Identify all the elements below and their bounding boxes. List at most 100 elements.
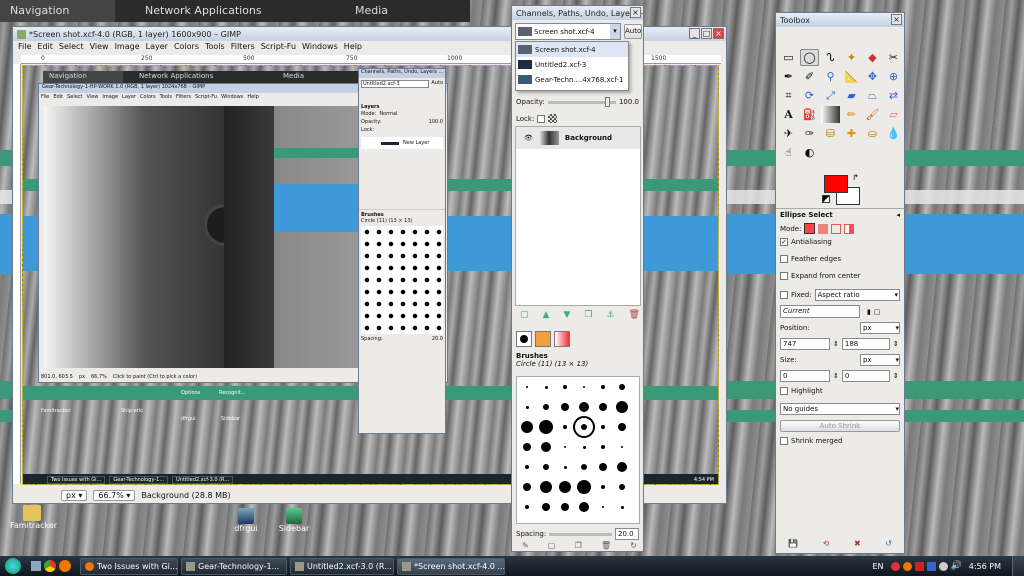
- swap-colors-icon[interactable]: ↱: [852, 173, 859, 182]
- close-button[interactable]: ×: [630, 7, 641, 18]
- menu-help[interactable]: Help: [341, 42, 365, 54]
- brush-thumbnail[interactable]: [525, 405, 529, 409]
- tray-icon[interactable]: [914, 561, 924, 571]
- brush-thumbnail[interactable]: [582, 445, 586, 449]
- shear-icon[interactable]: ▰: [842, 87, 861, 104]
- position-unit-select[interactable]: px ▾: [860, 322, 900, 334]
- tray-icon[interactable]: [938, 561, 948, 571]
- reset-options-icon[interactable]: ↺: [885, 539, 892, 548]
- auto-shrink-button[interactable]: Auto Shrink: [780, 420, 900, 432]
- layer-list[interactable]: 👁 Background: [515, 126, 641, 306]
- blend-icon[interactable]: [821, 106, 840, 123]
- vertical-ruler[interactable]: [13, 64, 21, 484]
- menu-image[interactable]: Image: [112, 42, 143, 54]
- spacing-value[interactable]: 20.0: [615, 528, 639, 540]
- desktop-icon[interactable]: dfrgui: [228, 508, 264, 533]
- size-unit-select[interactable]: px ▾: [860, 354, 900, 366]
- image-dropdown-list[interactable]: Screen shot.xcf-4 Untitled2.xcf-3 Gear-T…: [515, 41, 629, 91]
- text-icon[interactable]: A: [779, 106, 798, 123]
- brush-thumbnail[interactable]: [599, 463, 607, 471]
- eye-icon[interactable]: 👁: [524, 134, 533, 142]
- delete-layer-icon[interactable]: 🗑: [629, 310, 640, 320]
- layers-dock-titlebar[interactable]: Channels, Paths, Undo, Layers – ... ×: [512, 6, 643, 20]
- toolbox-titlebar[interactable]: Toolbox ×: [776, 13, 904, 27]
- move-icon[interactable]: ✥: [863, 68, 882, 85]
- brush-thumbnail[interactable]: [521, 421, 533, 433]
- fixed-checkbox[interactable]: [780, 291, 788, 299]
- airbrush-icon[interactable]: ✈: [779, 125, 798, 142]
- menu-view[interactable]: View: [87, 42, 112, 54]
- spin-icon[interactable]: ⇕: [833, 340, 839, 348]
- rotate-icon[interactable]: ⟳: [800, 87, 819, 104]
- mode-intersect-button[interactable]: [844, 223, 855, 234]
- brush-thumbnail[interactable]: [619, 384, 625, 390]
- brush-thumbnail[interactable]: [577, 480, 591, 494]
- show-desktop-icon[interactable]: [31, 561, 41, 571]
- clock[interactable]: 4:56 PM: [969, 562, 1001, 571]
- bg-tab-media[interactable]: Media: [315, 0, 465, 22]
- paintbrush-icon[interactable]: 🖌: [863, 106, 882, 123]
- brush-thumbnail[interactable]: [525, 465, 529, 469]
- brush-thumbnail[interactable]: [583, 386, 585, 388]
- taskbar-button[interactable]: *Screen shot.xcf-4.0 ...: [397, 557, 505, 575]
- scale-icon[interactable]: ⤢: [821, 87, 840, 104]
- menu-colors[interactable]: Colors: [171, 42, 202, 54]
- desktop-icon[interactable]: Sidebar: [276, 508, 312, 533]
- brush-thumbnail[interactable]: [601, 425, 605, 429]
- mode-replace-button[interactable]: [804, 223, 816, 234]
- close-button[interactable]: ×: [713, 28, 724, 39]
- brush-thumbnail[interactable]: [621, 446, 623, 448]
- spin-icon[interactable]: ⇕: [893, 372, 899, 380]
- ink-icon[interactable]: ✑: [800, 125, 819, 142]
- position-y-field[interactable]: 188: [841, 338, 890, 350]
- desktop-icon[interactable]: Famitracker: [10, 505, 57, 530]
- brush-thumbnail[interactable]: [561, 403, 569, 411]
- new-layer-icon[interactable]: ▢: [520, 310, 529, 320]
- tray-icon[interactable]: [902, 561, 912, 571]
- tray-icon[interactable]: [890, 561, 900, 571]
- mode-subtract-button[interactable]: [831, 223, 842, 234]
- highlight-checkbox[interactable]: [780, 387, 788, 395]
- brush-thumbnail[interactable]: [523, 483, 531, 491]
- menu-windows[interactable]: Windows: [299, 42, 341, 54]
- menu-tools[interactable]: Tools: [202, 42, 228, 54]
- brush-thumbnail[interactable]: [618, 423, 626, 431]
- auto-button[interactable]: Auto: [624, 24, 642, 39]
- eraser-icon[interactable]: ▱: [884, 106, 903, 123]
- antialiasing-checkbox[interactable]: ✓: [780, 238, 788, 246]
- menu-file[interactable]: File: [15, 42, 34, 54]
- perspective-clone-icon[interactable]: ⛀: [863, 125, 882, 142]
- measure-icon[interactable]: 📐: [842, 68, 861, 85]
- gradient-tab[interactable]: [554, 331, 570, 347]
- brush-thumbnail[interactable]: [559, 481, 571, 493]
- brush-thumbnail[interactable]: [601, 445, 605, 449]
- menu-layer[interactable]: Layer: [143, 42, 171, 54]
- refresh-brushes-icon[interactable]: ↻: [630, 541, 637, 550]
- shrink-merged-checkbox[interactable]: [780, 437, 788, 445]
- fixed-select[interactable]: Aspect ratio ▾: [814, 289, 900, 301]
- edit-brush-icon[interactable]: ✎: [522, 541, 529, 550]
- raise-layer-icon[interactable]: ▲: [543, 310, 550, 320]
- restore-options-icon[interactable]: ⟲: [823, 539, 830, 548]
- position-x-field[interactable]: 747: [780, 338, 830, 350]
- free-select-icon[interactable]: ᔐ: [821, 49, 840, 66]
- spin-icon[interactable]: ⇕: [833, 372, 839, 380]
- brush-thumbnail[interactable]: [544, 385, 548, 389]
- smudge-icon[interactable]: ☝: [779, 144, 798, 161]
- duplicate-brush-icon[interactable]: ❐: [575, 541, 582, 550]
- select-by-color-icon[interactable]: ◆: [863, 49, 882, 66]
- perspective-icon[interactable]: ⏢: [863, 87, 882, 104]
- brush-thumbnail[interactable]: [563, 465, 567, 469]
- brush-thumbnail[interactable]: [539, 420, 553, 434]
- brush-thumbnail[interactable]: [541, 442, 551, 452]
- fg-color-swatch[interactable]: [824, 175, 848, 193]
- taskbar-button[interactable]: Gear-Technology-1...: [181, 557, 287, 575]
- bg-tab-network[interactable]: Network Applications: [115, 0, 315, 22]
- layer-row[interactable]: 👁 Background: [516, 127, 640, 149]
- checker-icon[interactable]: [548, 114, 558, 123]
- show-desktop-button[interactable]: [1012, 556, 1024, 576]
- zoom-select[interactable]: 66.7% ▾: [93, 489, 136, 501]
- tray-icon[interactable]: [926, 561, 936, 571]
- size-x-field[interactable]: 0: [780, 370, 830, 382]
- toolbox-window[interactable]: Toolbox × ▭ ◯ ᔐ ✦ ◆ ✂ ✒ ✐ ⚲ 📐 ✥ ⊕ ⌗ ⟳ ⤢ …: [775, 12, 905, 554]
